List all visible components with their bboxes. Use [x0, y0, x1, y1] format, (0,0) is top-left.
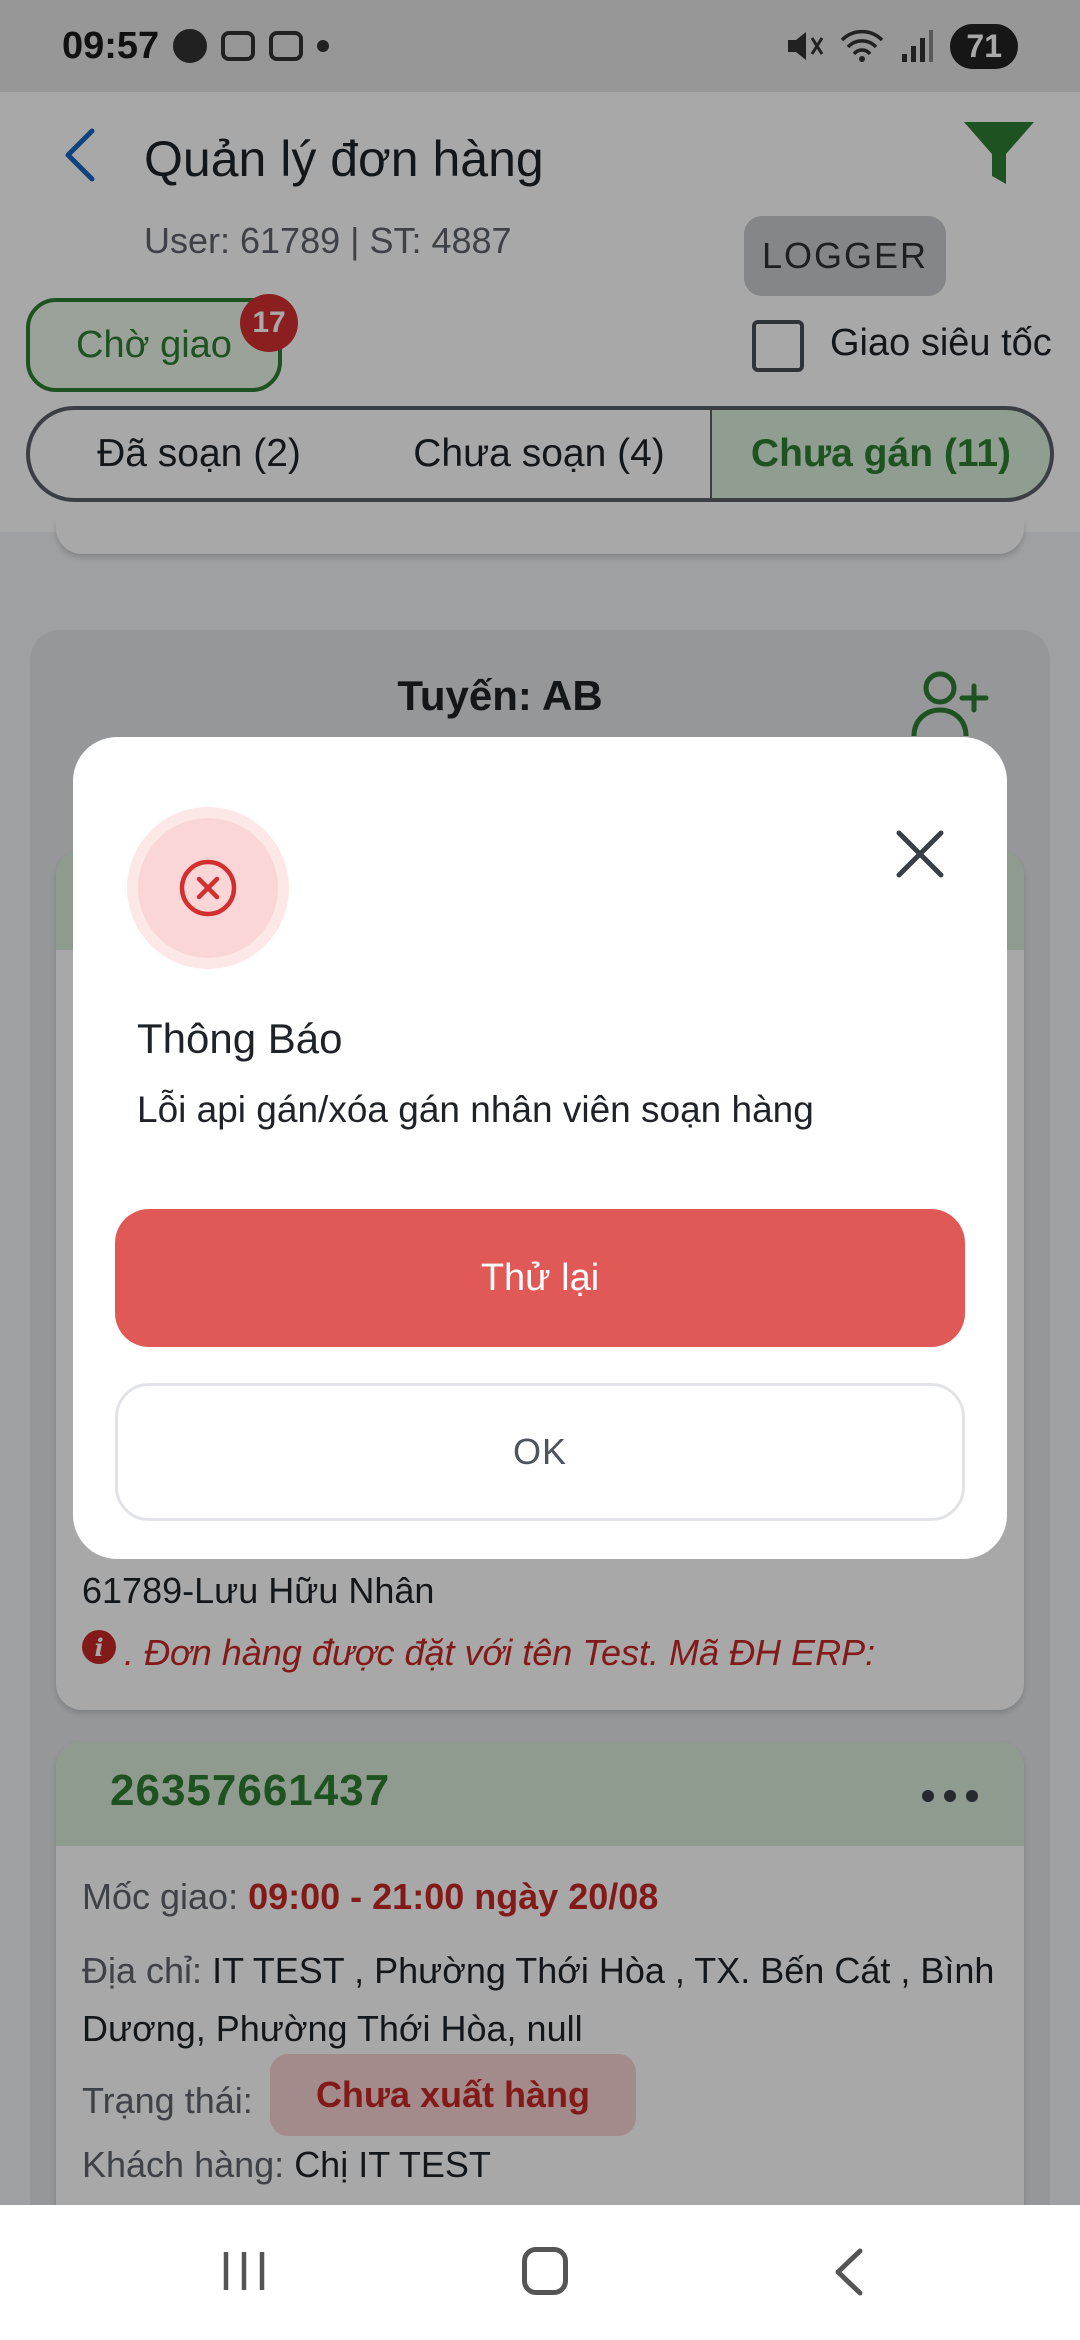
ok-button[interactable]: OK: [115, 1383, 965, 1521]
home-icon[interactable]: [522, 2247, 568, 2295]
recent-apps-icon[interactable]: [222, 2250, 266, 2292]
close-icon[interactable]: [895, 829, 945, 879]
retry-button[interactable]: Thử lại: [115, 1209, 965, 1347]
error-icon: [179, 859, 237, 917]
error-icon-halo: [127, 807, 289, 969]
system-back-icon[interactable]: [830, 2247, 866, 2297]
dialog-title: Thông Báo: [137, 1015, 343, 1062]
error-dialog: Thông Báo Lỗi api gán/xóa gán nhân viên …: [73, 737, 1007, 1559]
system-nav-bar: [0, 2205, 1080, 2340]
dialog-message: Lỗi api gán/xóa gán nhân viên soạn hàng: [137, 1089, 814, 1130]
